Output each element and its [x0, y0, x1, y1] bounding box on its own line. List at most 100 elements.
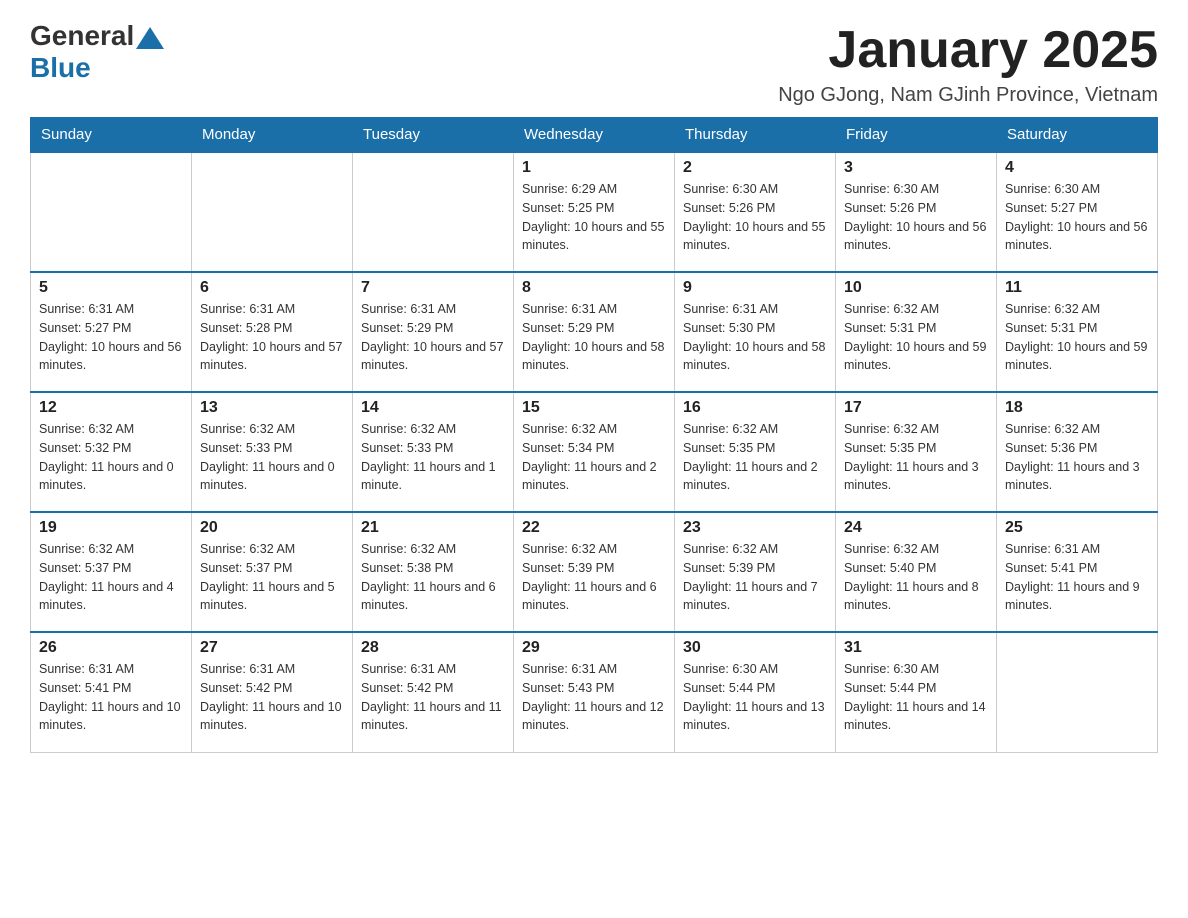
header-day-tuesday: Tuesday: [353, 118, 514, 153]
day-info: Sunrise: 6:32 AM Sunset: 5:33 PM Dayligh…: [200, 420, 344, 495]
day-info: Sunrise: 6:32 AM Sunset: 5:37 PM Dayligh…: [200, 540, 344, 615]
header-row: SundayMondayTuesdayWednesdayThursdayFrid…: [31, 118, 1158, 153]
day-number: 27: [200, 639, 344, 657]
day-info: Sunrise: 6:32 AM Sunset: 5:34 PM Dayligh…: [522, 420, 666, 495]
day-info: Sunrise: 6:32 AM Sunset: 5:37 PM Dayligh…: [39, 540, 183, 615]
week-row-3: 12 Sunrise: 6:32 AM Sunset: 5:32 PM Dayli…: [31, 392, 1158, 512]
day-info: Sunrise: 6:31 AM Sunset: 5:42 PM Dayligh…: [200, 660, 344, 735]
day-number: 8: [522, 279, 666, 297]
day-info: Sunrise: 6:32 AM Sunset: 5:31 PM Dayligh…: [1005, 300, 1149, 375]
day-number: 4: [1005, 159, 1149, 177]
day-number: 25: [1005, 519, 1149, 537]
day-number: 10: [844, 279, 988, 297]
calendar-cell: 10 Sunrise: 6:32 AM Sunset: 5:31 PM Dayli…: [836, 272, 997, 392]
logo-triangle-icon: [136, 27, 164, 49]
week-row-5: 26 Sunrise: 6:31 AM Sunset: 5:41 PM Dayli…: [31, 632, 1158, 752]
day-number: 6: [200, 279, 344, 297]
day-info: Sunrise: 6:30 AM Sunset: 5:26 PM Dayligh…: [683, 180, 827, 255]
day-number: 2: [683, 159, 827, 177]
calendar-cell: 7Sunrise: 6:31 AM Sunset: 5:29 PM Daylig…: [353, 272, 514, 392]
calendar-cell: 4 Sunrise: 6:30 AM Sunset: 5:27 PM Daylig…: [997, 152, 1158, 272]
day-number: 18: [1005, 399, 1149, 417]
calendar-cell: 25 Sunrise: 6:31 AM Sunset: 5:41 PM Dayli…: [997, 512, 1158, 632]
day-info: Sunrise: 6:31 AM Sunset: 5:43 PM Dayligh…: [522, 660, 666, 735]
week-row-2: 5 Sunrise: 6:31 AM Sunset: 5:27 PM Daylig…: [31, 272, 1158, 392]
calendar-cell: [192, 152, 353, 272]
calendar-cell: 20 Sunrise: 6:32 AM Sunset: 5:37 PM Dayli…: [192, 512, 353, 632]
day-info: Sunrise: 6:31 AM Sunset: 5:41 PM Dayligh…: [39, 660, 183, 735]
logo: General Blue: [30, 20, 164, 84]
day-info: Sunrise: 6:32 AM Sunset: 5:40 PM Dayligh…: [844, 540, 988, 615]
day-info: Sunrise: 6:31 AM Sunset: 5:29 PM Dayligh…: [522, 300, 666, 375]
day-info: Sunrise: 6:29 AM Sunset: 5:25 PM Dayligh…: [522, 180, 666, 255]
calendar-cell: 17 Sunrise: 6:32 AM Sunset: 5:35 PM Dayli…: [836, 392, 997, 512]
page-title: January 2025: [778, 20, 1158, 80]
calendar-cell: 9Sunrise: 6:31 AM Sunset: 5:30 PM Daylig…: [675, 272, 836, 392]
calendar-cell: 24 Sunrise: 6:32 AM Sunset: 5:40 PM Dayli…: [836, 512, 997, 632]
day-info: Sunrise: 6:32 AM Sunset: 5:35 PM Dayligh…: [683, 420, 827, 495]
calendar-cell: 29 Sunrise: 6:31 AM Sunset: 5:43 PM Dayli…: [514, 632, 675, 752]
day-info: Sunrise: 6:31 AM Sunset: 5:42 PM Dayligh…: [361, 660, 505, 735]
calendar-cell: [997, 632, 1158, 752]
day-number: 11: [1005, 279, 1149, 297]
calendar-cell: 23Sunrise: 6:32 AM Sunset: 5:39 PM Dayli…: [675, 512, 836, 632]
day-info: Sunrise: 6:32 AM Sunset: 5:39 PM Dayligh…: [522, 540, 666, 615]
day-info: Sunrise: 6:30 AM Sunset: 5:26 PM Dayligh…: [844, 180, 988, 255]
calendar-cell: 16 Sunrise: 6:32 AM Sunset: 5:35 PM Dayli…: [675, 392, 836, 512]
header-day-saturday: Saturday: [997, 118, 1158, 153]
title-section: January 2025 Ngo GJong, Nam GJinh Provin…: [778, 20, 1158, 107]
calendar-cell: 27 Sunrise: 6:31 AM Sunset: 5:42 PM Dayli…: [192, 632, 353, 752]
calendar-cell: 26 Sunrise: 6:31 AM Sunset: 5:41 PM Dayli…: [31, 632, 192, 752]
week-row-1: 1Sunrise: 6:29 AM Sunset: 5:25 PM Daylig…: [31, 152, 1158, 272]
day-info: Sunrise: 6:32 AM Sunset: 5:32 PM Dayligh…: [39, 420, 183, 495]
calendar-cell: 14 Sunrise: 6:32 AM Sunset: 5:33 PM Dayli…: [353, 392, 514, 512]
day-number: 21: [361, 519, 505, 537]
calendar-cell: 1Sunrise: 6:29 AM Sunset: 5:25 PM Daylig…: [514, 152, 675, 272]
day-info: Sunrise: 6:30 AM Sunset: 5:44 PM Dayligh…: [683, 660, 827, 735]
header-day-monday: Monday: [192, 118, 353, 153]
day-number: 19: [39, 519, 183, 537]
day-info: Sunrise: 6:31 AM Sunset: 5:29 PM Dayligh…: [361, 300, 505, 375]
logo-general-text: General: [30, 20, 134, 52]
day-info: Sunrise: 6:31 AM Sunset: 5:30 PM Dayligh…: [683, 300, 827, 375]
day-number: 17: [844, 399, 988, 417]
calendar-cell: 8 Sunrise: 6:31 AM Sunset: 5:29 PM Daylig…: [514, 272, 675, 392]
day-info: Sunrise: 6:30 AM Sunset: 5:27 PM Dayligh…: [1005, 180, 1149, 255]
day-number: 22: [522, 519, 666, 537]
header-day-sunday: Sunday: [31, 118, 192, 153]
header-day-wednesday: Wednesday: [514, 118, 675, 153]
day-info: Sunrise: 6:32 AM Sunset: 5:39 PM Dayligh…: [683, 540, 827, 615]
calendar-cell: 18 Sunrise: 6:32 AM Sunset: 5:36 PM Dayli…: [997, 392, 1158, 512]
day-number: 13: [200, 399, 344, 417]
day-info: Sunrise: 6:32 AM Sunset: 5:35 PM Dayligh…: [844, 420, 988, 495]
day-info: Sunrise: 6:32 AM Sunset: 5:33 PM Dayligh…: [361, 420, 505, 495]
calendar-table: SundayMondayTuesdayWednesdayThursdayFrid…: [30, 117, 1158, 753]
header: General Blue January 2025 Ngo GJong, Nam…: [30, 20, 1158, 107]
day-number: 29: [522, 639, 666, 657]
day-number: 31: [844, 639, 988, 657]
calendar-cell: 11 Sunrise: 6:32 AM Sunset: 5:31 PM Dayli…: [997, 272, 1158, 392]
day-info: Sunrise: 6:31 AM Sunset: 5:28 PM Dayligh…: [200, 300, 344, 375]
calendar-cell: 15Sunrise: 6:32 AM Sunset: 5:34 PM Dayli…: [514, 392, 675, 512]
day-number: 26: [39, 639, 183, 657]
day-number: 5: [39, 279, 183, 297]
calendar-cell: 28 Sunrise: 6:31 AM Sunset: 5:42 PM Dayli…: [353, 632, 514, 752]
calendar-cell: [353, 152, 514, 272]
calendar-cell: 6 Sunrise: 6:31 AM Sunset: 5:28 PM Daylig…: [192, 272, 353, 392]
day-info: Sunrise: 6:32 AM Sunset: 5:36 PM Dayligh…: [1005, 420, 1149, 495]
day-info: Sunrise: 6:32 AM Sunset: 5:31 PM Dayligh…: [844, 300, 988, 375]
header-day-thursday: Thursday: [675, 118, 836, 153]
calendar-cell: 22 Sunrise: 6:32 AM Sunset: 5:39 PM Dayli…: [514, 512, 675, 632]
day-number: 20: [200, 519, 344, 537]
day-info: Sunrise: 6:31 AM Sunset: 5:27 PM Dayligh…: [39, 300, 183, 375]
calendar-cell: 12 Sunrise: 6:32 AM Sunset: 5:32 PM Dayli…: [31, 392, 192, 512]
day-number: 24: [844, 519, 988, 537]
day-number: 16: [683, 399, 827, 417]
day-number: 28: [361, 639, 505, 657]
calendar-cell: 31Sunrise: 6:30 AM Sunset: 5:44 PM Dayli…: [836, 632, 997, 752]
day-number: 14: [361, 399, 505, 417]
day-info: Sunrise: 6:31 AM Sunset: 5:41 PM Dayligh…: [1005, 540, 1149, 615]
day-number: 30: [683, 639, 827, 657]
day-number: 12: [39, 399, 183, 417]
calendar-cell: 2 Sunrise: 6:30 AM Sunset: 5:26 PM Daylig…: [675, 152, 836, 272]
